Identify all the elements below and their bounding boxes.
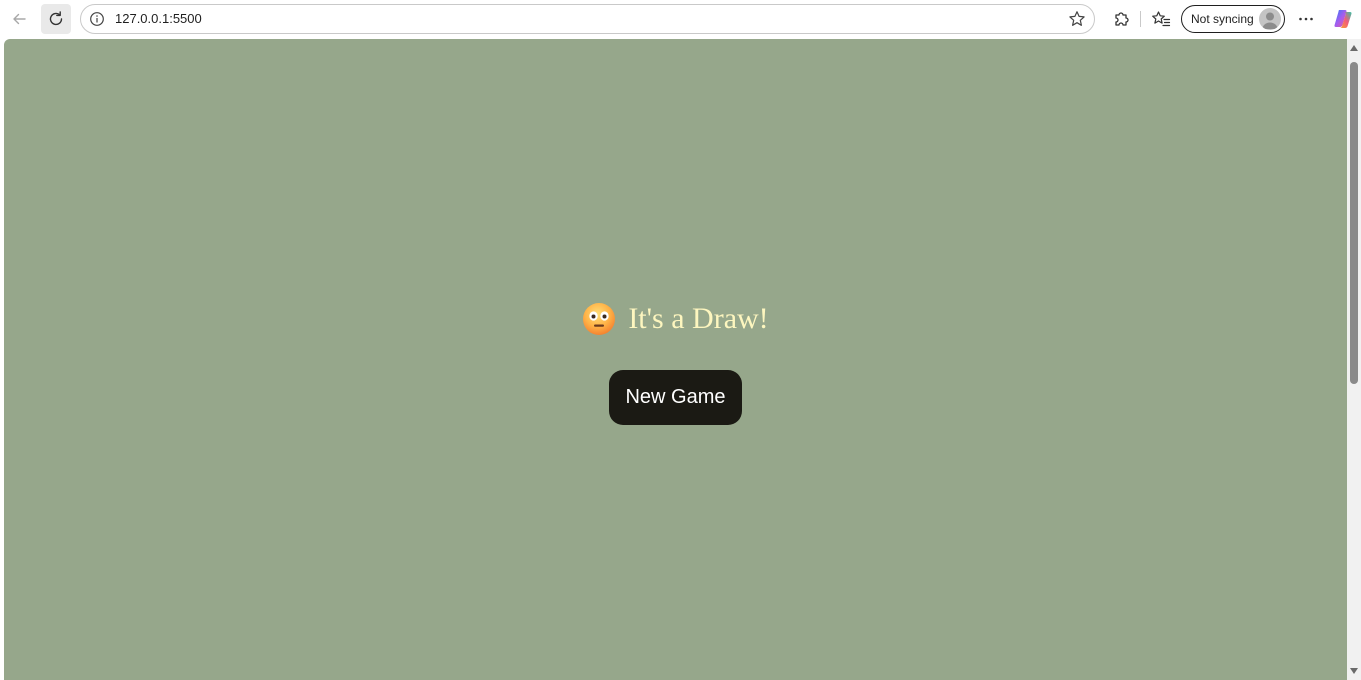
back-button[interactable] (4, 4, 34, 34)
avatar-icon (1262, 12, 1278, 29)
game-result: It's a Draw! (4, 299, 1347, 339)
copilot-icon (1334, 10, 1352, 28)
address-bar[interactable]: 127.0.0.1:5500 (80, 4, 1095, 34)
scrollbar-thumb[interactable] (1350, 62, 1358, 384)
result-text: It's a Draw! (628, 302, 769, 335)
reload-button[interactable] (41, 4, 71, 34)
toolbar-divider (1140, 11, 1141, 27)
star-icon[interactable] (1068, 10, 1086, 28)
page-viewport: It's a Draw! New Game (4, 39, 1347, 680)
reload-icon (49, 11, 63, 26)
browser-toolbar: 127.0.0.1:5500 Not syncing (0, 0, 1361, 38)
favorites-icon (1152, 11, 1171, 27)
scroll-down-arrow-icon[interactable] (1350, 668, 1358, 674)
more-button[interactable] (1291, 4, 1321, 34)
profile-status-label: Not syncing (1191, 12, 1254, 26)
more-icon (1299, 17, 1313, 21)
copilot-button[interactable] (1328, 4, 1358, 34)
vertical-scrollbar[interactable] (1347, 39, 1361, 680)
avatar (1259, 8, 1281, 30)
back-arrow-icon (13, 13, 26, 25)
extensions-button[interactable] (1106, 4, 1136, 34)
puzzle-icon (1115, 12, 1129, 26)
favorites-button[interactable] (1146, 4, 1176, 34)
scroll-up-arrow-icon[interactable] (1350, 45, 1358, 51)
browser-window: 127.0.0.1:5500 Not syncing It's a Draw! … (0, 0, 1361, 680)
info-icon[interactable] (89, 11, 105, 27)
profile-button[interactable]: Not syncing (1181, 5, 1285, 33)
url-text[interactable]: 127.0.0.1:5500 (115, 11, 202, 26)
neutral-face-emoji (583, 303, 616, 335)
new-game-button[interactable]: New Game (609, 370, 742, 425)
